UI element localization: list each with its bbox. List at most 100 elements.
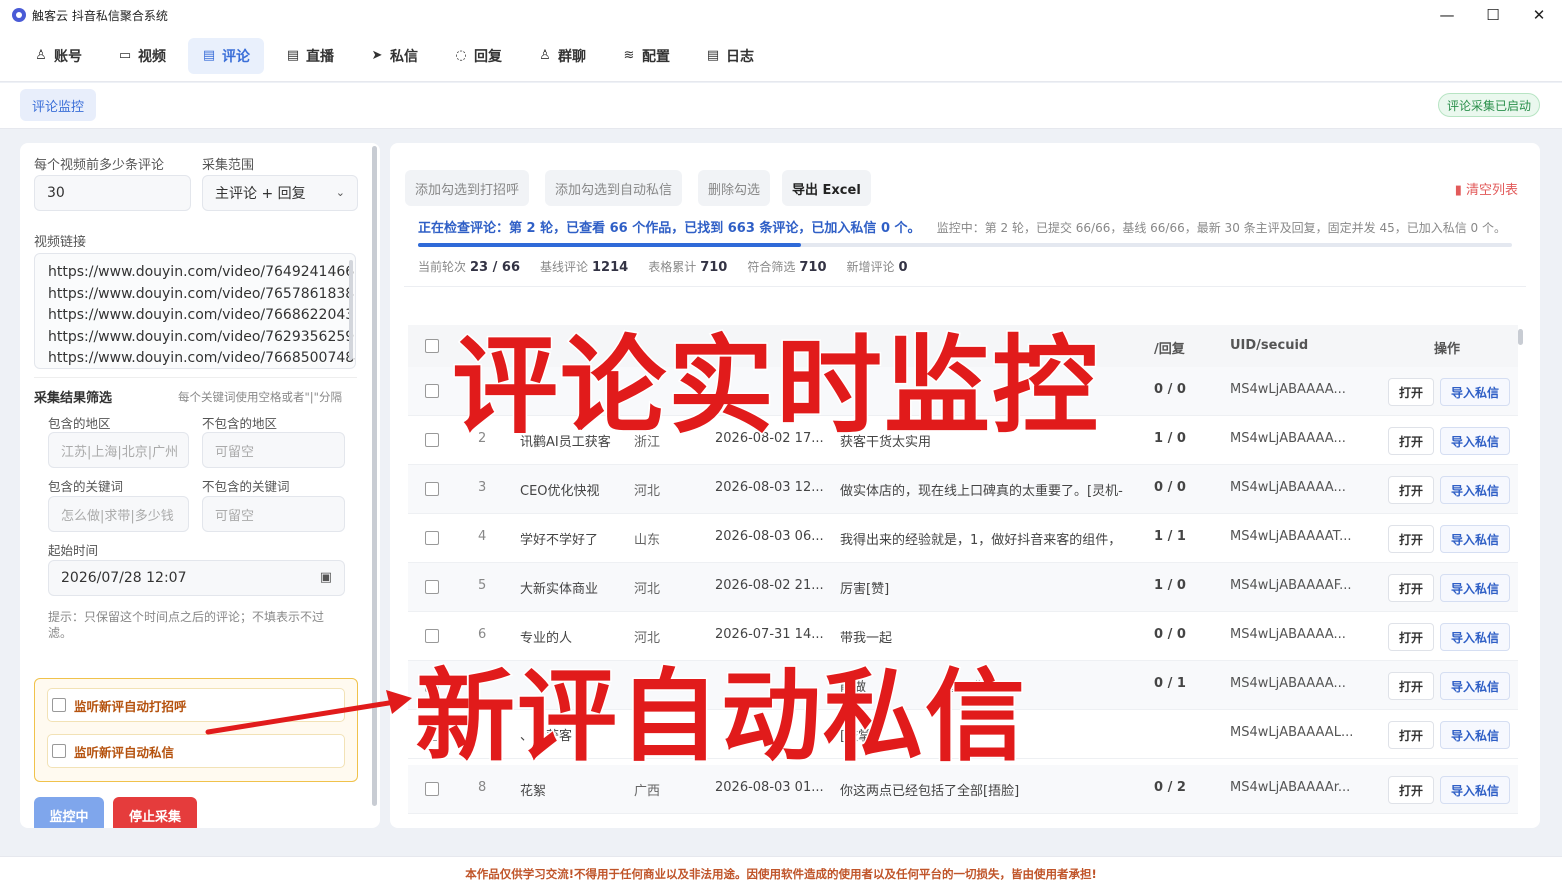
table-scrollbar[interactable]	[1518, 329, 1523, 345]
window-title: 触客云 抖音私信聚合系统	[32, 8, 168, 23]
row-region: 山东	[634, 533, 661, 548]
col-uid: UID/secuid	[1230, 338, 1309, 353]
include-region-input[interactable]: 江苏|上海|北京|广州	[48, 432, 189, 468]
open-button[interactable]: 打开	[1388, 378, 1435, 406]
nav-tab-account[interactable]: ♙ 账号	[20, 38, 96, 74]
row-checkbox[interactable]	[425, 482, 439, 496]
nav-tab-dm[interactable]: ➤ 私信	[356, 38, 432, 74]
nav-tab-reply[interactable]: ◌ 回复	[440, 38, 516, 74]
textarea-scrollbar[interactable]	[349, 260, 353, 360]
export-excel-button[interactable]: 导出 Excel	[782, 170, 871, 206]
table-row[interactable]: 4 学好不学好了 山东 2026-08-03 06... 我得出来的经验就是，1，做好抖…	[408, 514, 1518, 563]
row-actions: 打开 导入私信	[1388, 721, 1511, 749]
links-label: 视频链接	[34, 235, 87, 250]
window-controls: — ☐ ✕	[1424, 0, 1562, 30]
nav-tab-video[interactable]: ▭ 视频	[104, 38, 180, 74]
row-uid: MS4wLjABAAAA...	[1230, 431, 1346, 446]
import-dm-button[interactable]: 导入私信	[1440, 525, 1511, 553]
nav-tab-live[interactable]: ▤ 直播	[272, 38, 348, 74]
include-keyword-input[interactable]: 怎么做|求带|多少钱	[48, 496, 189, 532]
import-dm-button[interactable]: 导入私信	[1440, 574, 1511, 602]
auto-dm-checkbox[interactable]	[52, 744, 66, 758]
maximize-button[interactable]: ☐	[1470, 0, 1516, 30]
row-actions: 打开 导入私信	[1388, 574, 1511, 602]
add-to-dm-button[interactable]: 添加勾选到自动私信	[545, 170, 683, 206]
monitoring-button[interactable]: 监控中	[34, 797, 104, 828]
open-button[interactable]: 打开	[1388, 623, 1435, 651]
minimize-button[interactable]: —	[1424, 0, 1470, 30]
import-dm-button[interactable]: 导入私信	[1440, 427, 1511, 455]
include-kw-label: 包含的关键词	[48, 479, 124, 494]
row-uid: MS4wLjABAAAA...	[1230, 480, 1346, 495]
open-button[interactable]: 打开	[1388, 427, 1435, 455]
row-checkbox[interactable]	[425, 580, 439, 594]
send-icon: ➤	[371, 48, 383, 63]
open-button[interactable]: 打开	[1388, 776, 1435, 804]
nav-tab-comment[interactable]: ▤ 评论	[188, 37, 264, 74]
row-checkbox[interactable]	[425, 782, 439, 796]
row-actions: 打开 导入私信	[1388, 378, 1511, 406]
time-tip: 提示：只保留这个时间点之后的评论；不填表示不过滤。	[48, 610, 325, 640]
auto-greet-checkbox[interactable]	[52, 698, 66, 712]
nav-tab-log[interactable]: ▤ 日志	[692, 38, 768, 74]
video-links-textarea[interactable]: https://www.douyin.com/video/76492414666…	[34, 253, 356, 369]
clear-list-button[interactable]: ▮ 清空列表	[1455, 179, 1518, 198]
main-nav: ♙ 账号 ▭ 视频 ▤ 评论 ▤ 直播 ➤ 私信 ◌ 回复 ♙ 群聊 ≋ 配置 ▤ 日志	[0, 30, 1562, 82]
row-checkbox[interactable]	[425, 384, 439, 398]
doc-icon: ▤	[286, 48, 300, 63]
include-region-label: 包含的地区	[48, 416, 111, 431]
row-actions: 打开 导入私信	[1388, 427, 1511, 455]
open-button[interactable]: 打开	[1388, 721, 1435, 749]
row-nickname: 花絮	[520, 784, 547, 799]
start-time-label: 起始时间	[48, 543, 99, 558]
nav-label: 账号	[54, 48, 82, 65]
exclude-keyword-input[interactable]: 可留空	[202, 496, 345, 532]
stat-label: 新增评论	[846, 260, 895, 274]
count-input[interactable]: 30	[34, 175, 191, 211]
close-button[interactable]: ✕	[1516, 0, 1562, 30]
stat-label: 表格累计	[648, 260, 697, 274]
row-uid: MS4wLjABAAAA...	[1230, 676, 1346, 691]
table-row[interactable]: 5 大新实体商业 河北 2026-08-02 21... 厉害[赞] 1 / 0 MS4wL…	[408, 563, 1518, 612]
add-to-greet-button[interactable]: 添加勾选到打招呼	[405, 170, 530, 206]
video-link: https://www.douyin.com/video/76578618388	[48, 285, 356, 302]
table-row[interactable]: 3 CEO优化快视 河北 2026-08-03 12... 做实体店的，现在线上口碑真的…	[408, 465, 1518, 514]
select-all-checkbox[interactable]	[425, 339, 439, 353]
clear-list-label: 清空列表	[1465, 183, 1518, 198]
row-reply-count: 1 / 1	[1154, 529, 1186, 544]
title-bar: 触客云 抖音私信聚合系统 — ☐ ✕	[0, 0, 1562, 30]
open-button[interactable]: 打开	[1388, 574, 1435, 602]
open-button[interactable]: 打开	[1388, 476, 1435, 504]
delete-selected-button[interactable]: 删除勾选	[698, 170, 771, 206]
nav-tab-config[interactable]: ≋ 配置	[608, 38, 684, 74]
scope-label: 采集范围	[202, 158, 255, 173]
nav-tab-group[interactable]: ♙ 群聊	[524, 38, 600, 74]
start-time-input[interactable]: 2026/07/28 12:07 ▣	[48, 560, 345, 596]
row-number: 4	[478, 529, 487, 544]
group-icon: ♙	[539, 48, 551, 63]
calendar-icon[interactable]: ▣	[320, 570, 332, 585]
row-checkbox[interactable]	[425, 433, 439, 447]
tab-comment-monitor[interactable]: 评论监控	[20, 89, 97, 121]
import-dm-button[interactable]: 导入私信	[1440, 721, 1511, 749]
stop-collect-button[interactable]: 停止采集	[113, 797, 197, 828]
filter-title: 采集结果筛选	[34, 391, 113, 406]
overlay-headline-2: 新评自动私信	[414, 657, 1027, 777]
exclude-region-input[interactable]: 可留空	[202, 432, 345, 468]
import-dm-button[interactable]: 导入私信	[1440, 476, 1511, 504]
import-dm-button[interactable]: 导入私信	[1440, 672, 1511, 700]
open-button[interactable]: 打开	[1388, 672, 1435, 700]
import-dm-button[interactable]: 导入私信	[1440, 776, 1511, 804]
count-label: 每个视频前多少条评论	[34, 158, 165, 173]
row-checkbox[interactable]	[425, 531, 439, 545]
open-button[interactable]: 打开	[1388, 525, 1435, 553]
row-reply-count: 0 / 0	[1154, 480, 1186, 495]
app-logo-icon	[12, 8, 26, 22]
scope-select[interactable]: 主评论 + 回复 ⌄	[202, 175, 358, 211]
row-uid: MS4wLjABAAAAF...	[1230, 578, 1352, 593]
row-comment: 做实体店的，现在线上口碑真的太重要了。[灵机-	[840, 484, 1123, 499]
import-dm-button[interactable]: 导入私信	[1440, 623, 1511, 651]
stat-label: 符合筛选	[747, 260, 796, 274]
trash-icon: ▮	[1454, 183, 1466, 198]
import-dm-button[interactable]: 导入私信	[1440, 378, 1511, 406]
